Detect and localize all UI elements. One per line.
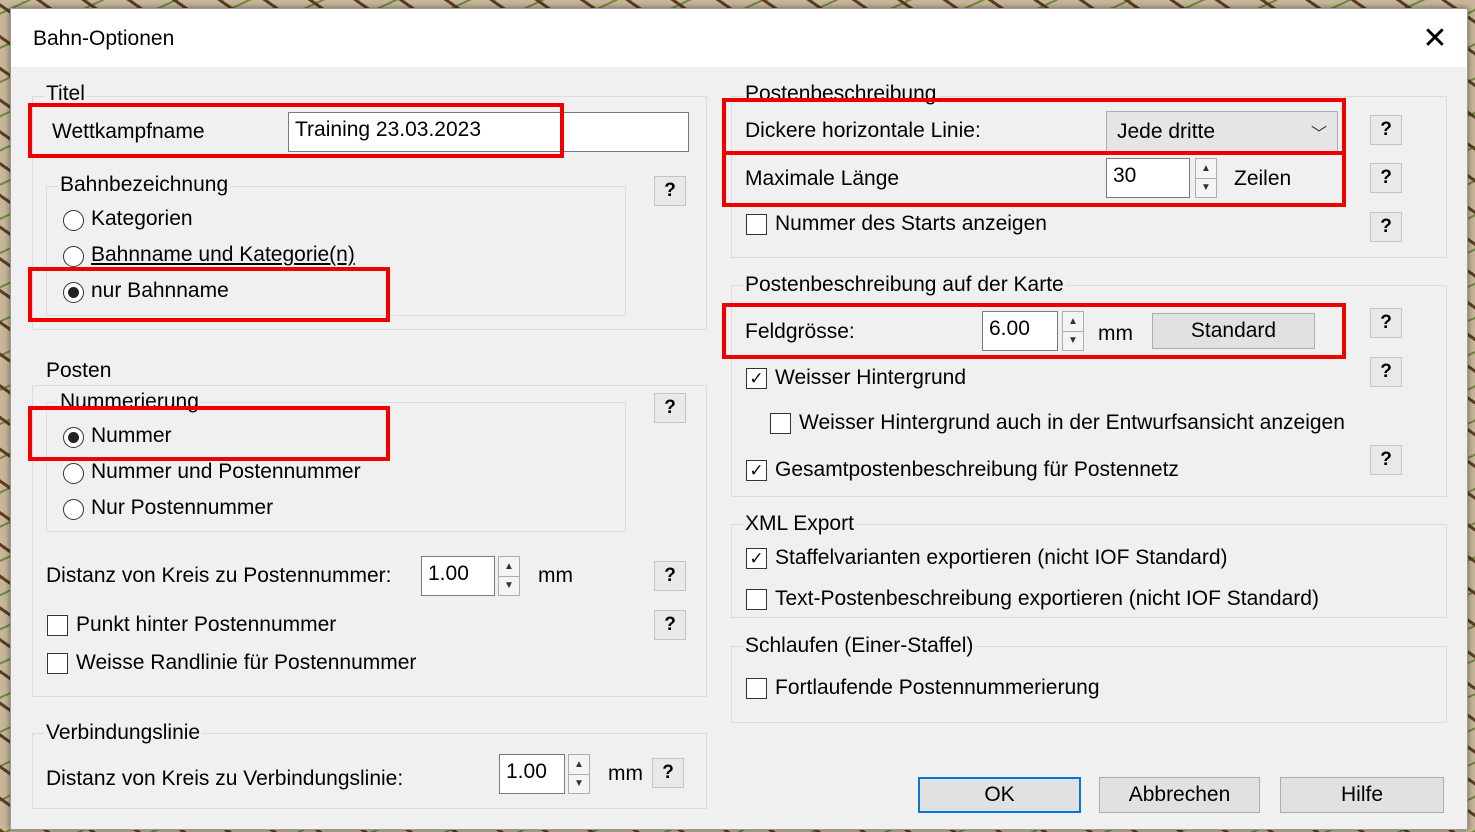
radio-nur-postennummer[interactable] — [63, 499, 84, 520]
weisser-hintergrund-checkbox[interactable]: ✓ — [746, 368, 767, 389]
staffelvarianten-label: Staffelvarianten exportieren (nicht IOF … — [775, 546, 1228, 569]
spin-down-icon[interactable]: ▼ — [499, 575, 519, 596]
radio-nur-postennummer-label: Nur Postennummer — [91, 496, 274, 519]
close-icon[interactable]: ✕ — [1403, 9, 1467, 67]
gesamt-help-button[interactable]: ? — [1370, 445, 1402, 475]
radio-nummer-postennummer-label: Nummer und Postennummer — [91, 460, 361, 483]
spin-down-icon[interactable]: ▼ — [569, 773, 589, 794]
fortlaufend-checkbox[interactable] — [746, 678, 767, 699]
highlight-nummer — [28, 406, 390, 461]
posten-distanz-input[interactable]: 1.00 — [421, 556, 495, 596]
highlight-nur-bahnname — [28, 267, 390, 322]
maximale-laenge-help-button[interactable]: ? — [1370, 163, 1402, 193]
posten-legend: Posten — [44, 359, 114, 383]
radio-kategorien[interactable] — [63, 210, 84, 231]
weisser-entwurf-label: Weisser Hintergrund auch in der Entwurfs… — [799, 411, 1345, 434]
title-bar: Bahn-Optionen ✕ — [11, 9, 1467, 67]
spin-up-icon[interactable]: ▲ — [499, 557, 519, 576]
bahnbezeichnung-help-button[interactable]: ? — [654, 176, 686, 206]
highlight-maximale-laenge — [722, 151, 1346, 207]
ok-button[interactable]: OK — [918, 777, 1081, 813]
feldgroesse-help-button[interactable]: ? — [1370, 308, 1402, 338]
posten-distanz-label: Distanz von Kreis zu Postennummer: — [46, 564, 392, 587]
radio-nummer-postennummer[interactable] — [63, 463, 84, 484]
nummer-starts-label: Nummer des Starts anzeigen — [775, 212, 1047, 235]
weisser-hintergrund-help-button[interactable]: ? — [1370, 357, 1402, 387]
radio-bahnname-kategorie-label: Bahnname und Kategorie(n) — [91, 243, 355, 266]
staffelvarianten-checkbox[interactable]: ✓ — [746, 548, 767, 569]
highlight-dickere-linie — [722, 98, 1346, 155]
verbindungslinie-legend: Verbindungslinie — [44, 721, 203, 745]
gesamt-label: Gesamtpostenbeschreibung für Postennetz — [775, 458, 1179, 481]
nummer-starts-help-button[interactable]: ? — [1370, 212, 1402, 242]
randlinie-checkbox[interactable] — [47, 653, 68, 674]
fortlaufend-label: Fortlaufende Postennummerierung — [775, 676, 1100, 699]
weisser-hintergrund-label: Weisser Hintergrund — [775, 366, 967, 389]
hilfe-button[interactable]: Hilfe — [1280, 777, 1444, 813]
verbindung-distanz-label: Distanz von Kreis zu Verbindungslinie: — [46, 767, 404, 790]
schlaufen-legend: Schlaufen (Einer-Staffel) — [743, 634, 976, 658]
verbindung-distanz-unit: mm — [608, 762, 643, 785]
auf-karte-legend: Postenbeschreibung auf der Karte — [743, 273, 1066, 297]
punkt-label: Punkt hinter Postennummer — [76, 613, 337, 636]
text-postenbeschreibung-label: Text-Postenbeschreibung exportieren (nic… — [775, 587, 1319, 610]
gesamt-checkbox[interactable]: ✓ — [746, 460, 767, 481]
bahnbezeichnung-legend: Bahnbezeichnung — [58, 173, 231, 197]
punkt-help-button[interactable]: ? — [654, 610, 686, 640]
nummerierung-help-button[interactable]: ? — [654, 393, 686, 423]
verbindung-distanz-input[interactable]: 1.00 — [499, 754, 565, 794]
nummer-starts-checkbox[interactable] — [746, 214, 767, 235]
randlinie-label: Weisse Randlinie für Postennummer — [76, 651, 417, 674]
verbindung-distanz-spinner[interactable]: ▲ ▼ — [568, 754, 590, 794]
abbrechen-button[interactable]: Abbrechen — [1099, 777, 1260, 813]
punkt-checkbox[interactable] — [47, 615, 68, 636]
text-postenbeschreibung-checkbox[interactable] — [746, 589, 767, 610]
highlight-feldgroesse — [722, 303, 1346, 359]
dickere-linie-help-button[interactable]: ? — [1370, 115, 1402, 145]
spin-up-icon[interactable]: ▲ — [569, 755, 589, 774]
weisser-entwurf-checkbox[interactable] — [770, 413, 791, 434]
radio-bahnname-kategorie[interactable] — [63, 246, 84, 267]
highlight-wettkampfname — [28, 103, 564, 158]
posten-distanz-unit: mm — [538, 564, 573, 587]
posten-distanz-spinner[interactable]: ▲ ▼ — [498, 556, 520, 596]
radio-kategorien-label: Kategorien — [91, 207, 193, 230]
xml-export-legend: XML Export — [743, 512, 856, 536]
window-title: Bahn-Optionen — [33, 27, 175, 50]
posten-distanz-help-button[interactable]: ? — [654, 561, 686, 591]
verbindung-help-button[interactable]: ? — [652, 758, 684, 788]
